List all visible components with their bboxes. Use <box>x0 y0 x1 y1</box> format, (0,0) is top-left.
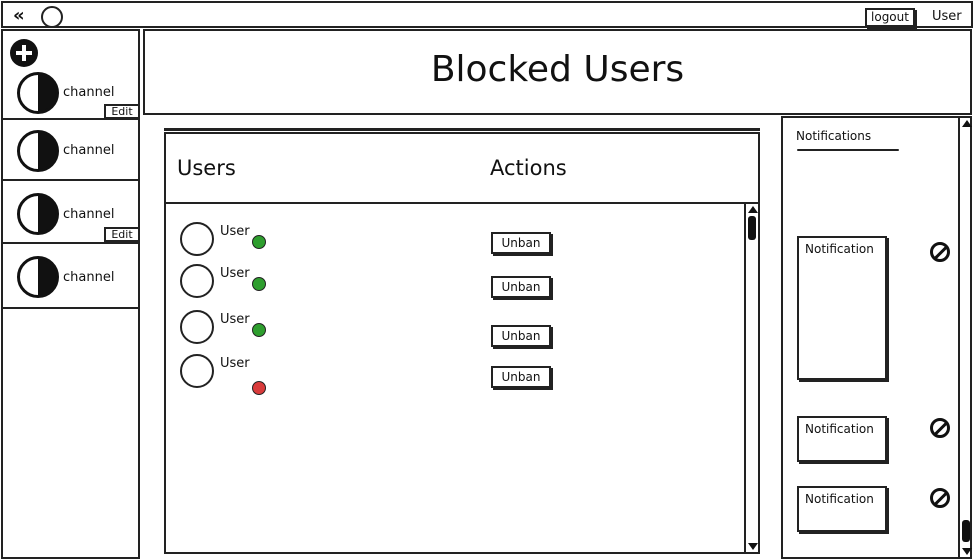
channel-label: channel <box>63 207 115 222</box>
channel-icon <box>17 256 59 298</box>
table-row: User Unban <box>166 310 736 350</box>
scrollbar[interactable] <box>958 118 972 557</box>
edit-button[interactable]: Edit <box>104 227 140 242</box>
scroll-up-arrow-icon[interactable] <box>962 120 972 127</box>
avatar <box>180 310 214 344</box>
user-name: User <box>220 312 250 327</box>
table-row: User Unban <box>166 354 736 395</box>
notification-label: Notification <box>805 422 874 436</box>
table-row: User Unban <box>166 264 736 304</box>
block-icon[interactable] <box>930 242 950 262</box>
avatar <box>180 222 214 256</box>
edit-button[interactable]: Edit <box>104 104 140 119</box>
channel-sidebar: channel Edit channel channel Edit channe… <box>1 29 140 559</box>
double-chevron-left-icon[interactable]: « <box>13 7 25 25</box>
avatar <box>180 264 214 298</box>
notification-card[interactable]: Notification <box>797 416 887 462</box>
page-title: Blocked Users <box>430 49 685 90</box>
logout-button[interactable]: logout <box>865 8 915 27</box>
notifications-panel: Notifications Notification Notification … <box>781 116 972 559</box>
table-header: Users Actions <box>166 134 758 204</box>
channel-label: channel <box>63 85 115 100</box>
unban-button[interactable]: Unban <box>491 325 551 347</box>
channel-label: channel <box>63 270 115 285</box>
scroll-down-arrow-icon[interactable] <box>962 548 972 555</box>
status-indicator <box>252 323 266 337</box>
page-header: Blocked Users <box>143 29 972 115</box>
channel-icon <box>17 130 59 172</box>
column-header-users: Users <box>177 156 236 180</box>
blocked-users-panel: Users Actions User Unban User Unban User… <box>164 132 760 554</box>
table-row: User Unban <box>166 222 736 262</box>
channel-item[interactable]: channel Edit <box>3 31 140 120</box>
top-bar: « logout User <box>1 1 973 28</box>
scroll-thumb[interactable] <box>962 520 970 542</box>
circle-icon[interactable] <box>41 6 63 28</box>
status-indicator <box>252 381 266 395</box>
user-menu[interactable]: User <box>932 9 962 24</box>
user-name: User <box>220 266 250 281</box>
unban-button[interactable]: Unban <box>491 366 551 388</box>
avatar <box>180 354 214 388</box>
scroll-down-arrow-icon[interactable] <box>748 543 758 550</box>
user-name: User <box>220 224 250 239</box>
column-header-actions: Actions <box>490 156 567 180</box>
notifications-title: Notifications <box>796 129 872 143</box>
notification-label: Notification <box>805 492 874 506</box>
channel-item[interactable]: channel <box>3 120 140 181</box>
user-name: User <box>220 356 250 371</box>
channel-icon <box>17 72 59 114</box>
block-icon[interactable] <box>930 488 950 508</box>
scroll-thumb[interactable] <box>748 216 756 240</box>
scrollbar[interactable] <box>744 204 758 552</box>
notification-label: Notification <box>805 242 874 256</box>
block-icon[interactable] <box>930 418 950 438</box>
notification-card[interactable]: Notification <box>797 486 887 532</box>
unban-button[interactable]: Unban <box>491 232 551 254</box>
channel-item[interactable]: channel <box>3 244 140 309</box>
title-underline <box>797 149 899 151</box>
status-indicator <box>252 235 266 249</box>
unban-button[interactable]: Unban <box>491 276 551 298</box>
status-indicator <box>252 277 266 291</box>
channel-item[interactable]: channel Edit <box>3 181 140 244</box>
notification-card[interactable]: Notification <box>797 236 887 380</box>
channel-icon <box>17 193 59 235</box>
channel-label: channel <box>63 143 115 158</box>
scroll-up-arrow-icon[interactable] <box>748 206 758 213</box>
